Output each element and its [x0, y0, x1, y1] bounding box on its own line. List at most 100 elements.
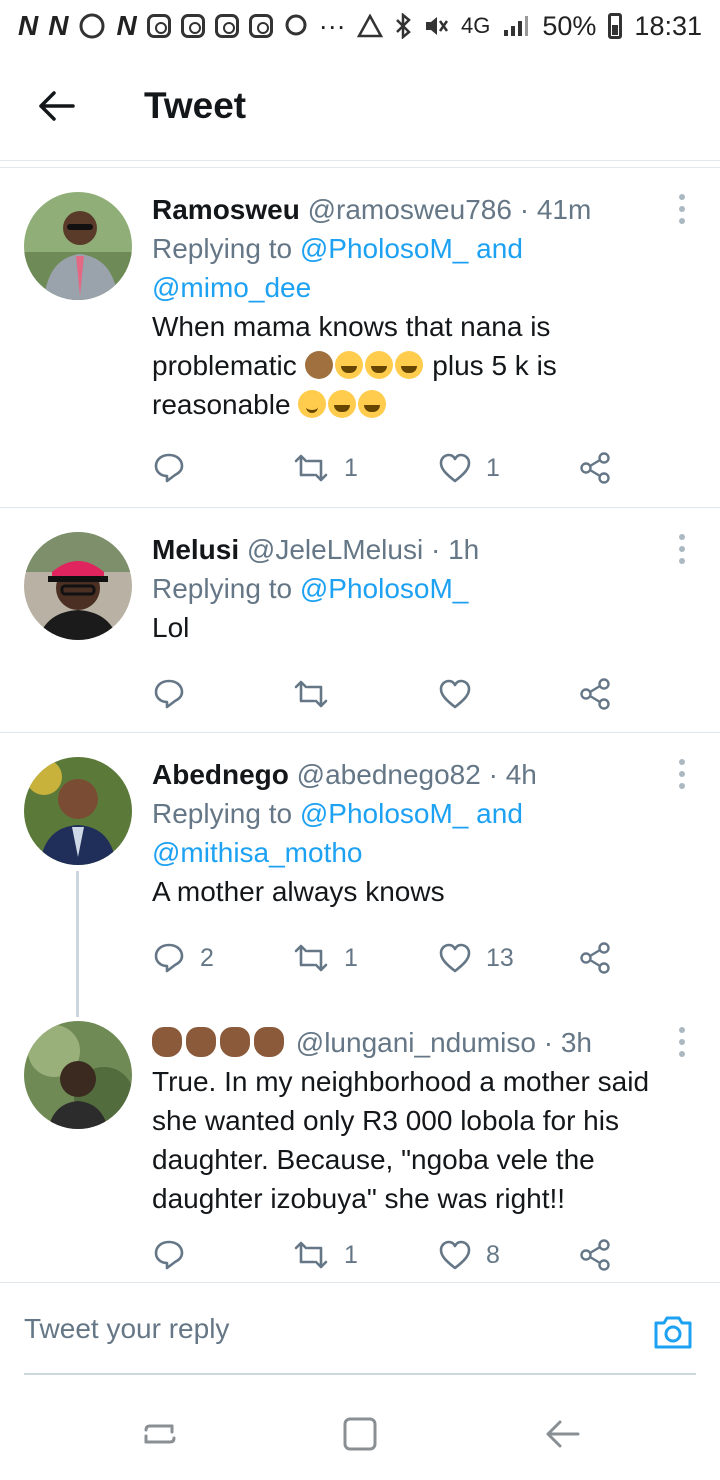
tears-of-joy-emoji [334, 351, 363, 379]
camera-icon [654, 1316, 692, 1349]
tweet-reply[interactable]: Abednego @abednego82 · 4h Replying to @P… [0, 733, 720, 1017]
tweet-text-line: she wanted only R3 000 lobola for his [152, 1105, 619, 1136]
home-button[interactable] [338, 1412, 382, 1456]
mention-link[interactable]: @mimo_dee [152, 272, 311, 303]
share-icon [580, 1239, 610, 1271]
clapping-hands-emoji [220, 1027, 250, 1057]
tweet-header: Abednego @abednego82 · 4h [152, 755, 680, 794]
reply-icon [154, 943, 184, 973]
system-nav-bar [0, 1390, 720, 1480]
tweet-text-line: A mother always knows [152, 876, 445, 907]
recent-apps-icon [144, 1424, 176, 1444]
tweet-header: Melusi @JeleLMelusi · 1h [152, 530, 680, 569]
tweet-content: @lungani_ndumiso · 3h True. In my neighb… [152, 1023, 680, 1218]
notification-n-icon: N [18, 10, 39, 41]
notification-icons: N N N ··· [18, 10, 346, 42]
nav-back-button[interactable] [540, 1412, 584, 1456]
retweet-button[interactable] [292, 674, 344, 714]
handle: @abednego82 [296, 759, 481, 790]
like-button[interactable] [438, 674, 486, 714]
mention-link[interactable]: @PholosoM_ [300, 233, 469, 264]
retweet-button[interactable]: 1 [292, 448, 358, 488]
like-button[interactable]: 13 [438, 938, 514, 978]
share-icon [580, 942, 610, 974]
network-type: 4G [461, 13, 491, 38]
reply-button[interactable] [152, 674, 200, 714]
tweet-text-line: daughter. Because, "ngoba vele the [152, 1144, 595, 1175]
heart-icon [439, 1240, 471, 1270]
avatar[interactable] [24, 532, 132, 640]
like-button[interactable]: 1 [438, 448, 500, 488]
mention-link[interactable]: @PholosoM_ [300, 798, 469, 829]
tweet-reply[interactable]: @lungani_ndumiso · 3h True. In my neighb… [0, 1003, 720, 1281]
share-button[interactable] [578, 1235, 612, 1275]
clapping-hands-emoji [152, 1027, 182, 1057]
avatar[interactable] [24, 757, 132, 865]
app-header: Tweet [0, 52, 720, 160]
page-title: Tweet [144, 85, 247, 126]
display-name[interactable]: Ramosweu [152, 194, 300, 225]
reply-button[interactable] [152, 1235, 200, 1275]
more-notifications-icon: ··· [318, 10, 346, 41]
tweet-text-line: True. In my neighborhood a mother said [152, 1066, 650, 1097]
like-count: 13 [486, 943, 514, 972]
see-no-evil-monkey-emoji [304, 351, 333, 379]
replying-to-label: Replying to [152, 573, 300, 604]
reply-button[interactable] [152, 448, 200, 488]
display-name[interactable]: Melusi [152, 534, 239, 565]
bluetooth-icon [396, 13, 411, 39]
mention-link[interactable]: @mithisa_motho [152, 837, 363, 868]
avatar[interactable] [24, 192, 132, 300]
timestamp: 4h [505, 759, 537, 790]
heart-icon [439, 943, 471, 973]
tweet-actions: 1 1 [152, 448, 622, 488]
display-name[interactable]: Abednego [152, 759, 289, 790]
reply-icon [154, 1240, 184, 1270]
tweet-content: Melusi @JeleLMelusi · 1h Replying to @Ph… [152, 530, 680, 647]
clock: 18:31 [634, 10, 702, 41]
share-button[interactable] [578, 448, 612, 488]
meta-separator: · [480, 759, 506, 790]
back-arrow-icon [546, 1420, 580, 1448]
tweet-text-line: plus 5 k is [424, 350, 557, 381]
tweet-header: @lungani_ndumiso · 3h [152, 1023, 680, 1062]
signal-icon [504, 16, 529, 36]
back-button[interactable] [24, 74, 88, 138]
timestamp: 1h [448, 534, 480, 565]
home-icon [343, 1417, 377, 1451]
replying-to: Replying to @PholosoM_ and @mimo_dee [152, 229, 680, 307]
tweet-text-line: daughter izobuya" she was right!! [152, 1183, 566, 1214]
avatar-photo [24, 192, 132, 300]
tears-of-joy-emoji [364, 351, 393, 379]
instagram-icon [180, 14, 205, 38]
tweet-text-line: problematic [152, 350, 305, 381]
camera-button[interactable] [652, 1311, 694, 1353]
reply-input[interactable]: Tweet your reply [24, 1313, 229, 1345]
tears-of-joy-emoji [328, 390, 357, 418]
tweet-reply[interactable]: Melusi @JeleLMelusi · 1h Replying to @Ph… [0, 508, 720, 733]
share-button[interactable] [578, 938, 612, 978]
notification-n-icon: N [116, 10, 137, 41]
tears-of-joy-emoji [358, 390, 387, 418]
retweet-button[interactable]: 1 [292, 1235, 358, 1275]
avatar[interactable] [24, 1021, 132, 1129]
recent-apps-button[interactable] [138, 1412, 182, 1456]
retweet-icon [294, 680, 328, 708]
replying-to: Replying to @PholosoM_ and @mithisa_moth… [152, 794, 680, 872]
mention-link[interactable]: @PholosoM_ [300, 573, 469, 604]
heart-icon [439, 679, 471, 709]
share-button[interactable] [578, 674, 612, 714]
display-name[interactable] [152, 1027, 288, 1058]
meta-separator: · [423, 534, 449, 565]
composer-underline [24, 1373, 696, 1375]
like-count: 8 [486, 1240, 500, 1269]
tweet-reply[interactable]: Ramosweu @ramosweu786 · 41m Replying to … [0, 170, 720, 508]
share-icon [580, 678, 610, 710]
status-bar: N N N ··· 4G 50% 18:31 [0, 0, 720, 52]
retweet-icon [294, 1241, 328, 1269]
notification-n-icon: N [48, 10, 69, 41]
like-button[interactable]: 8 [438, 1235, 500, 1275]
reply-button[interactable]: 2 [152, 938, 214, 978]
retweet-button[interactable]: 1 [292, 938, 358, 978]
reply-icon [154, 453, 184, 483]
